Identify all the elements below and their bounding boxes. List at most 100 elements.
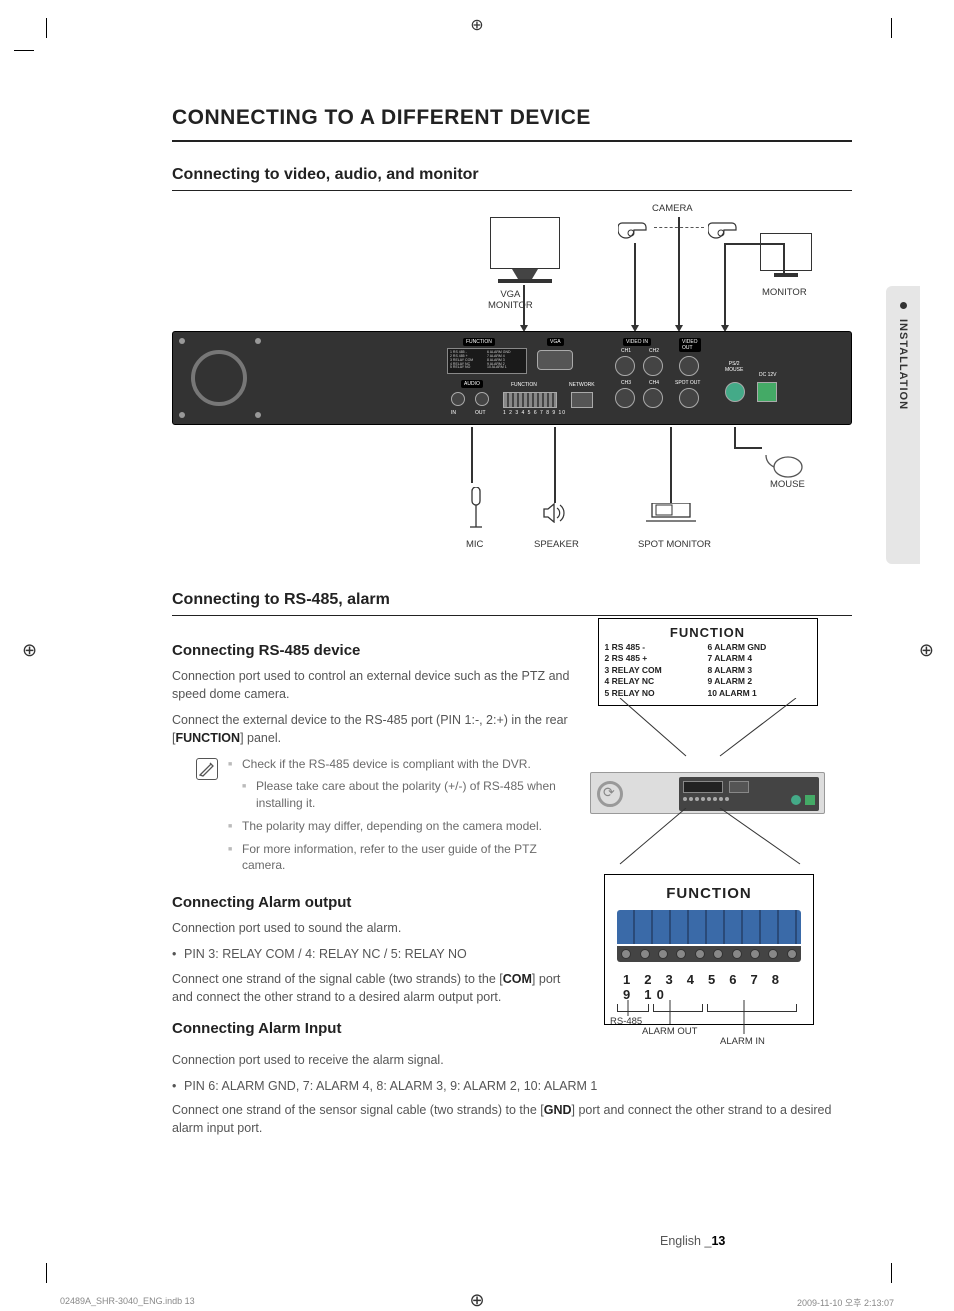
label-monitor: MONITOR	[762, 287, 807, 298]
page-footer: English _13	[660, 1234, 725, 1248]
mic-icon	[468, 487, 484, 538]
callout-lines	[590, 808, 825, 872]
vga-monitor-base	[498, 279, 552, 283]
function-pin-table: FUNCTION 1 RS 485 - 2 RS 485 + 3 RELAY C…	[598, 618, 818, 706]
pin-row: 3 RELAY COM	[605, 665, 708, 676]
crop-mark	[891, 18, 892, 38]
mini-connectors	[683, 797, 729, 801]
arrow	[724, 243, 784, 245]
panel-label-ps2: PS/2MOUSE	[725, 362, 743, 373]
bullet-item: PIN 6: ALARM GND, 7: ALARM 4, 8: ALARM 3…	[172, 1077, 852, 1095]
panel-function-pins: 1 RS 485 -2 RS 485 +3 RELAY COM4 RELAY N…	[447, 348, 527, 374]
pin-row: 9 ALARM 2	[708, 676, 811, 687]
section-heading: Connecting to video, audio, and monitor	[172, 166, 852, 191]
arrow	[678, 217, 680, 327]
panel-label-video-in: VIDEO IN	[623, 338, 651, 346]
label-camera: CAMERA	[652, 203, 693, 214]
pin-row: 6 ALARM GND	[708, 642, 811, 653]
arrow	[783, 243, 785, 273]
vga-monitor-icon	[490, 217, 560, 269]
paragraph: Connect one strand of the signal cable (…	[172, 970, 570, 1006]
terminal-screws	[617, 946, 801, 962]
subsection-heading: Connecting Alarm output	[172, 894, 570, 911]
label-rs485: RS-485	[610, 1016, 642, 1027]
bnc-ch1	[615, 356, 635, 376]
panel-pins: 1 2 3 4 5 6 7 8 9 10	[503, 410, 566, 416]
monitor-base	[774, 273, 798, 277]
speaker-icon	[542, 503, 568, 526]
tab-bullet	[900, 302, 907, 309]
tab-label: INSTALLATION	[897, 319, 909, 410]
monitor-icon	[760, 233, 812, 271]
subsection-heading: Connecting Alarm Input	[172, 1020, 570, 1037]
screw	[179, 412, 185, 418]
note-block: Check if the RS-485 device is compliant …	[196, 756, 570, 881]
note-item: Check if the RS-485 device is compliant …	[228, 756, 570, 773]
registration-mark-left: ⊕	[22, 640, 37, 661]
spot-monitor-icon	[646, 503, 696, 515]
panel-label-ch3: CH3	[621, 380, 631, 386]
audio-out-connector	[475, 392, 489, 406]
label-vga-monitor: VGAMONITOR	[488, 289, 533, 312]
note-icon	[196, 758, 218, 780]
label-mic: MIC	[466, 539, 483, 550]
note-item: For more information, refer to the user …	[228, 841, 570, 875]
mini-panel	[679, 777, 819, 811]
bullet-item: PIN 3: RELAY COM / 4: RELAY NC / 5: RELA…	[172, 945, 570, 963]
arrow	[724, 243, 726, 327]
section-heading: Connecting to RS-485, alarm	[172, 591, 852, 616]
pin-row: 2 RS 485 +	[605, 653, 708, 664]
panel-label-video-out: VIDEOOUT	[679, 338, 701, 352]
paragraph: Connection port used to receive the alar…	[172, 1051, 852, 1069]
label-spot-monitor: SPOT MONITOR	[638, 539, 711, 550]
bnc-video-out	[679, 356, 699, 376]
subsection-heading: Connecting RS-485 device	[172, 642, 570, 659]
camera-icon	[708, 219, 742, 241]
panel-label-audio: AUDIO	[461, 380, 483, 388]
bnc-ch3	[615, 388, 635, 408]
print-file: 02489A_SHR-3040_ENG.indb 13	[60, 1296, 195, 1309]
mini-dc	[805, 795, 815, 805]
pin-row: 4 RELAY NC	[605, 676, 708, 687]
connection-diagram: CAMERA VGAMONITOR MONITOR MOUSE MIC SPEA…	[172, 203, 852, 573]
ps2-port	[725, 382, 745, 402]
panel-label-function: FUNCTION	[511, 382, 537, 388]
bnc-ch4	[643, 388, 663, 408]
callout-lines	[590, 698, 825, 768]
section-tab: INSTALLATION	[886, 286, 920, 564]
paragraph: Connection port used to control an exter…	[172, 667, 570, 703]
paragraph: Connect one strand of the sensor signal …	[172, 1101, 832, 1137]
crop-mark	[46, 18, 47, 38]
screw	[255, 412, 261, 418]
mouse-icon	[764, 451, 800, 477]
paragraph: Connect the external device to the RS-48…	[172, 711, 570, 747]
page-title: CONNECTING TO A DIFFERENT DEVICE	[172, 106, 852, 142]
label-speaker: SPEAKER	[534, 539, 579, 550]
mini-function-block	[683, 781, 723, 793]
crop-mark	[891, 1263, 892, 1283]
panel-label-ch1: CH1	[621, 348, 631, 354]
camera-icon	[618, 219, 652, 241]
mini-vga	[729, 781, 749, 793]
function-title: FUNCTION	[605, 625, 811, 640]
terminal-strip	[617, 910, 801, 944]
panel-label-dc12v: DC 12V	[759, 372, 777, 378]
screw	[179, 338, 185, 344]
panel-label-out: OUT	[475, 410, 486, 416]
label-alarm-out: ALARM OUT	[642, 1026, 697, 1037]
panel-label-ch2: CH2	[649, 348, 659, 354]
dc-port	[757, 382, 777, 402]
note-item: The polarity may differ, depending on th…	[228, 818, 570, 835]
print-metadata: 02489A_SHR-3040_ENG.indb 13 2009-11-10 오…	[0, 1296, 954, 1309]
panel-label-ch4: CH4	[649, 380, 659, 386]
screw	[255, 338, 261, 344]
terminal-numbers: 1 2 3 4 5 6 7 8 9 10	[617, 972, 801, 1002]
page: INSTALLATION CONNECTING TO A DIFFERENT D…	[50, 40, 910, 1240]
panel-label-function: FUNCTION	[463, 338, 495, 346]
function-callout: FUNCTION 1 RS 485 - 2 RS 485 + 3 RELAY C…	[590, 618, 825, 1025]
crop-mark	[46, 1263, 47, 1283]
fan-icon	[191, 350, 247, 406]
arrow	[523, 285, 525, 327]
paragraph: Connection port used to sound the alarm.	[172, 919, 570, 937]
panel-label-in: IN	[451, 410, 456, 416]
